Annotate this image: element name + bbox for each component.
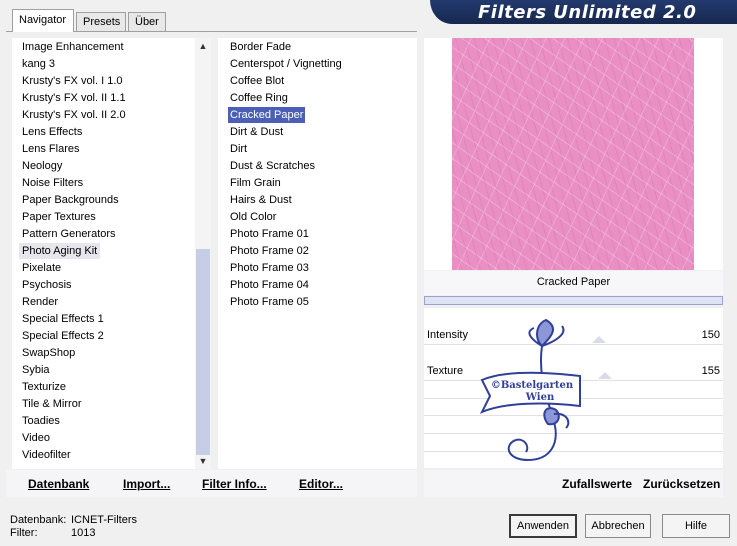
filter-item[interactable]: Photo Frame 01 [230, 226, 309, 242]
filter-item[interactable]: Dust & Scratches [230, 158, 315, 174]
zuruecksetzen-button[interactable]: Zurücksetzen [643, 477, 720, 491]
param-texture-label: Texture [427, 365, 464, 377]
category-item[interactable]: Paper Backgrounds [22, 192, 119, 208]
tab-presets[interactable]: Presets [76, 12, 126, 32]
editor-button[interactable]: Editor... [299, 477, 343, 491]
help-button[interactable]: Hilfe [662, 514, 730, 538]
texture-slider-thumb[interactable] [598, 372, 612, 379]
preview-image [452, 38, 694, 270]
import-button[interactable]: Import... [123, 477, 170, 491]
watermark-line1: ©Bastelgarten [491, 380, 574, 391]
category-item[interactable]: Tile & Mirror [22, 396, 81, 412]
watermark-logo: ©Bastelgarten Wien [479, 318, 581, 462]
app-title: Filters Unlimited 2.0 [478, 2, 697, 23]
category-item[interactable]: Paper Textures [22, 209, 96, 225]
filter-item[interactable]: Photo Frame 05 [230, 294, 309, 310]
scroll-down-icon[interactable]: ▼ [195, 453, 211, 469]
preview-filter-name: Cracked Paper [536, 276, 611, 288]
status-filter-label: Filter: [10, 527, 38, 539]
category-item[interactable]: Neology [22, 158, 62, 174]
cancel-button[interactable]: Abbrechen [585, 514, 651, 538]
status-filter-value: 1013 [71, 527, 96, 539]
category-item[interactable]: Videofilter [22, 447, 71, 463]
param-intensity-value: 150 [701, 329, 720, 341]
category-item[interactable]: Pattern Generators [22, 226, 116, 242]
category-item[interactable]: Psychosis [22, 277, 72, 293]
filter-item[interactable]: Cracked Paper [228, 107, 306, 123]
filter-item[interactable]: Hairs & Dust [230, 192, 292, 208]
filter-item[interactable]: Photo Frame 04 [230, 277, 309, 293]
category-item[interactable]: Sybia [22, 362, 50, 378]
param-intensity-label: Intensity [427, 329, 468, 341]
progress-bar [424, 296, 723, 305]
category-item[interactable]: Image Enhancement [22, 39, 124, 55]
tab-navigator-label: Navigator [19, 14, 67, 26]
category-item[interactable]: Krusty's FX vol. II 1.1 [22, 90, 126, 106]
filter-item[interactable]: Dirt [230, 141, 247, 157]
category-item[interactable]: SwapShop [22, 345, 75, 361]
watermark-line2: Wien [525, 392, 555, 403]
category-item[interactable]: Photo Aging Kit [19, 243, 101, 259]
zufallswerte-button[interactable]: Zufallswerte [562, 477, 632, 491]
datenbank-button[interactable]: Datenbank [28, 477, 89, 491]
category-item[interactable]: Noise Filters [22, 175, 83, 191]
filter-item[interactable]: Photo Frame 03 [230, 260, 309, 276]
status-db-label: Datenbank: [10, 514, 67, 526]
category-item[interactable]: Krusty's FX vol. II 2.0 [22, 107, 126, 123]
tab-ueber-label: Über [135, 16, 159, 28]
filter-item[interactable]: Coffee Blot [230, 73, 284, 89]
filter-item[interactable]: Film Grain [230, 175, 281, 191]
tab-presets-label: Presets [83, 16, 121, 28]
category-item[interactable]: Toadies [22, 413, 60, 429]
category-item[interactable]: Special Effects 1 [22, 311, 104, 327]
filter-item[interactable]: Border Fade [230, 39, 291, 55]
filter-info-button[interactable]: Filter Info... [202, 477, 267, 491]
param-texture-value: 155 [701, 365, 720, 377]
filter-item[interactable]: Old Color [230, 209, 276, 225]
category-item[interactable]: kang 3 [22, 56, 55, 72]
tab-ueber[interactable]: Über [128, 12, 166, 32]
filter-item[interactable]: Coffee Ring [230, 90, 288, 106]
category-scrollbar[interactable]: ▲ ▼ [195, 38, 211, 469]
scrollbar-thumb[interactable] [196, 249, 210, 455]
category-item[interactable]: Render [22, 294, 58, 310]
category-item[interactable]: Pixelate [22, 260, 61, 276]
intensity-slider-thumb[interactable] [592, 336, 606, 343]
category-item[interactable]: Special Effects 2 [22, 328, 104, 344]
filter-item[interactable]: Dirt & Dust [230, 124, 283, 140]
category-list[interactable]: Image Enhancement kang 3 Krusty's FX vol. … [12, 38, 195, 469]
category-item[interactable]: Texturize [22, 379, 66, 395]
category-item[interactable]: Krusty's FX vol. I 1.0 [22, 73, 123, 89]
category-item[interactable]: Video [22, 430, 50, 446]
filter-item[interactable]: Photo Frame 02 [230, 243, 309, 259]
filter-item[interactable]: Centerspot / Vignetting [230, 56, 342, 72]
apply-button[interactable]: Anwenden [509, 514, 577, 538]
scroll-up-icon[interactable]: ▲ [195, 38, 211, 54]
tab-navigator[interactable]: Navigator [12, 9, 74, 32]
status-db-value: ICNET-Filters [71, 514, 137, 526]
category-item[interactable]: Lens Effects [22, 124, 82, 140]
filter-list[interactable]: Border Fade Centerspot / Vignetting Coffee… [218, 38, 417, 469]
category-item[interactable]: Lens Flares [22, 141, 79, 157]
